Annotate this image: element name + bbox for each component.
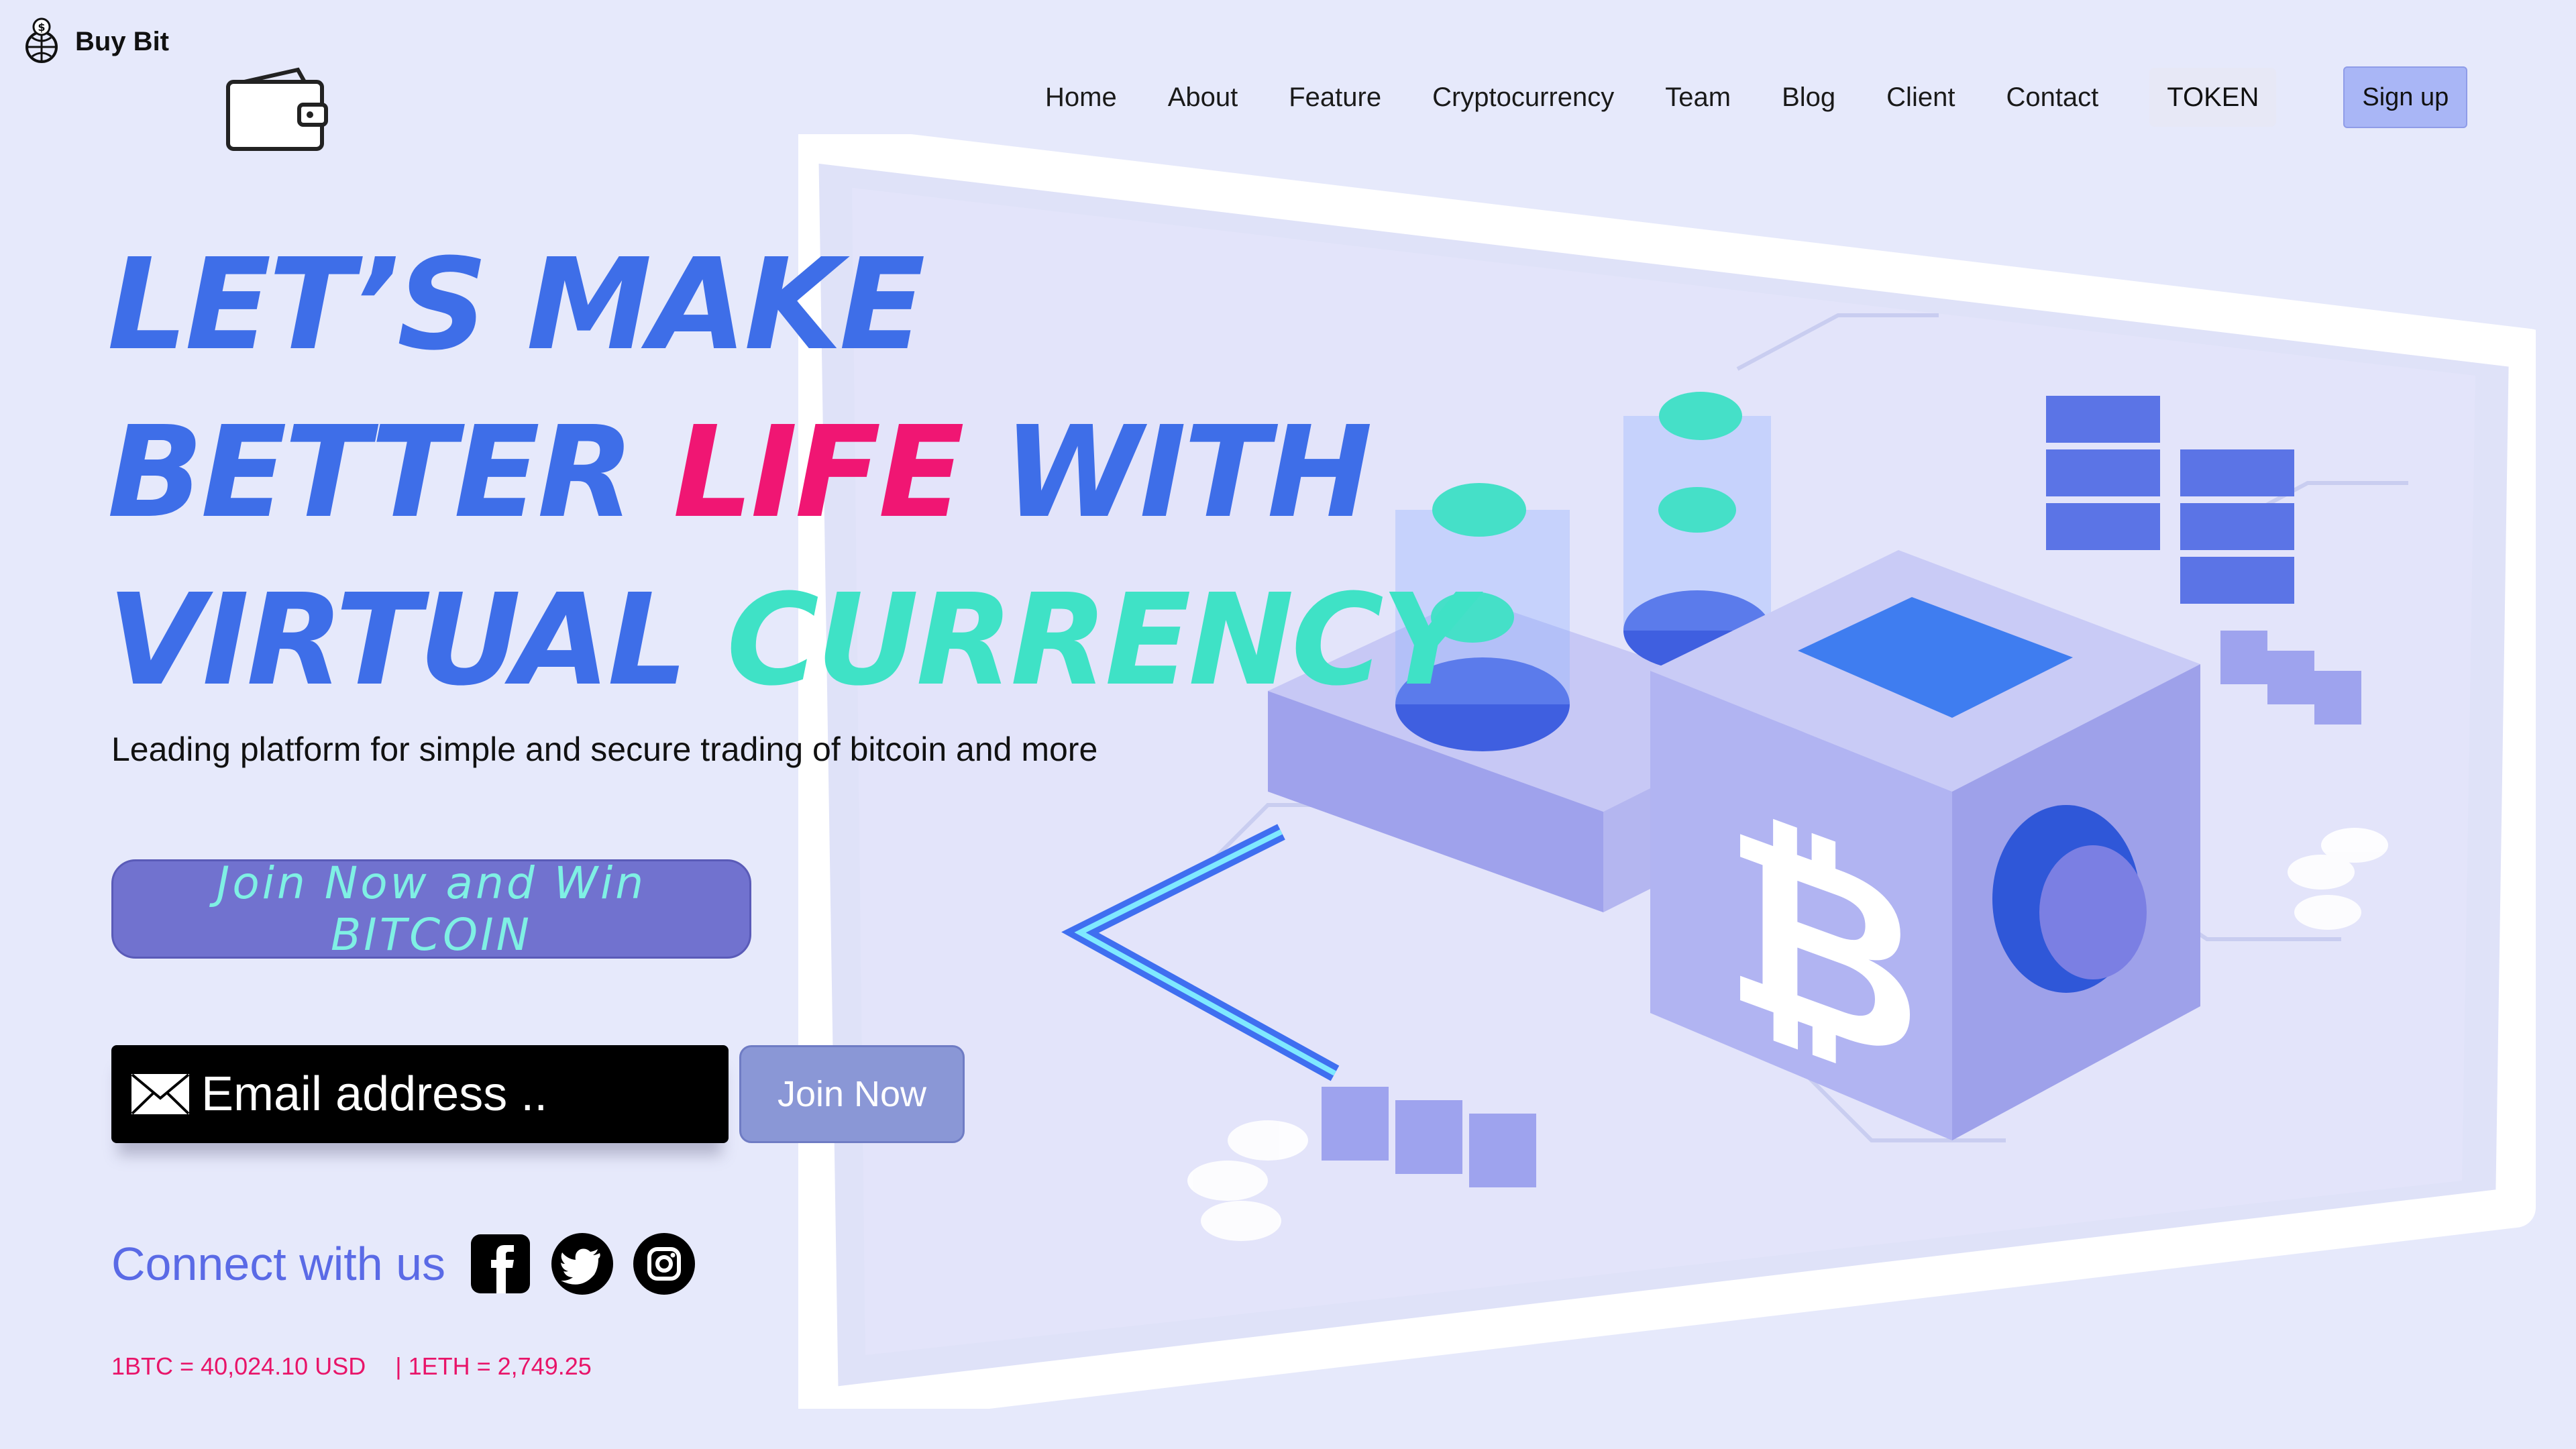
crypto-rates: 1BTC = 40,024.10 USD | 1ETH = 2,749.25 [111,1352,610,1381]
mail-icon [131,1073,190,1115]
twitter-icon[interactable] [550,1232,614,1296]
nav-team[interactable]: Team [1640,67,1756,127]
svg-text:$: $ [38,21,45,34]
headline-line-2: BETTER LIFE WITH [107,389,1470,557]
nav-home[interactable]: Home [1020,67,1142,127]
headline-currency: CURRENCY [726,567,1472,714]
brand-name: Buy Bit [75,26,169,56]
wallet-icon [226,67,328,151]
join-win-bitcoin-button[interactable]: Join Now and Win BITCOIN [111,857,751,961]
headline-line-3: VIRTUAL CURRENCY [107,557,1472,724]
headline-life: LIFE [673,399,965,546]
connect-label: Connect with us [111,1238,446,1290]
brand[interactable]: $ Buy Bit [17,17,169,66]
facebook-icon[interactable] [468,1232,533,1296]
nav-contact[interactable]: Contact [1980,67,2124,127]
headline-virtual: VIRTUAL [107,567,727,714]
headline-line-1: LET’S MAKE [107,231,925,378]
join-now-button[interactable]: Join Now [739,1045,965,1143]
main-nav: Home About Feature Cryptocurrency Team B… [1020,66,2468,128]
social-connect: Connect with us [111,1232,696,1296]
nav-cryptocurrency[interactable]: Cryptocurrency [1407,67,1640,127]
btc-rate: 1BTC = 40,024.10 USD [111,1352,366,1380]
headline-better: BETTER [107,399,674,546]
signup-button[interactable]: Sign up [2343,66,2468,128]
hero-subtitle: Leading platform for simple and secure t… [111,731,1098,768]
headline-with: WITH [961,399,1373,546]
nav-about[interactable]: About [1142,67,1264,127]
nav-client[interactable]: Client [1861,67,1980,127]
globe-dollar-icon: $ [25,17,58,63]
email-field-container [111,1045,729,1143]
nav-feature[interactable]: Feature [1263,67,1407,127]
instagram-icon[interactable] [632,1232,696,1296]
eth-rate: | 1ETH = 2,749.25 [395,1352,592,1380]
hero-headline: LET’S MAKE BETTER LIFE WITH VIRTUAL CURR… [107,221,1472,724]
token-button[interactable]: TOKEN [2149,68,2277,127]
email-input[interactable] [200,1066,712,1122]
nav-blog[interactable]: Blog [1756,67,1861,127]
